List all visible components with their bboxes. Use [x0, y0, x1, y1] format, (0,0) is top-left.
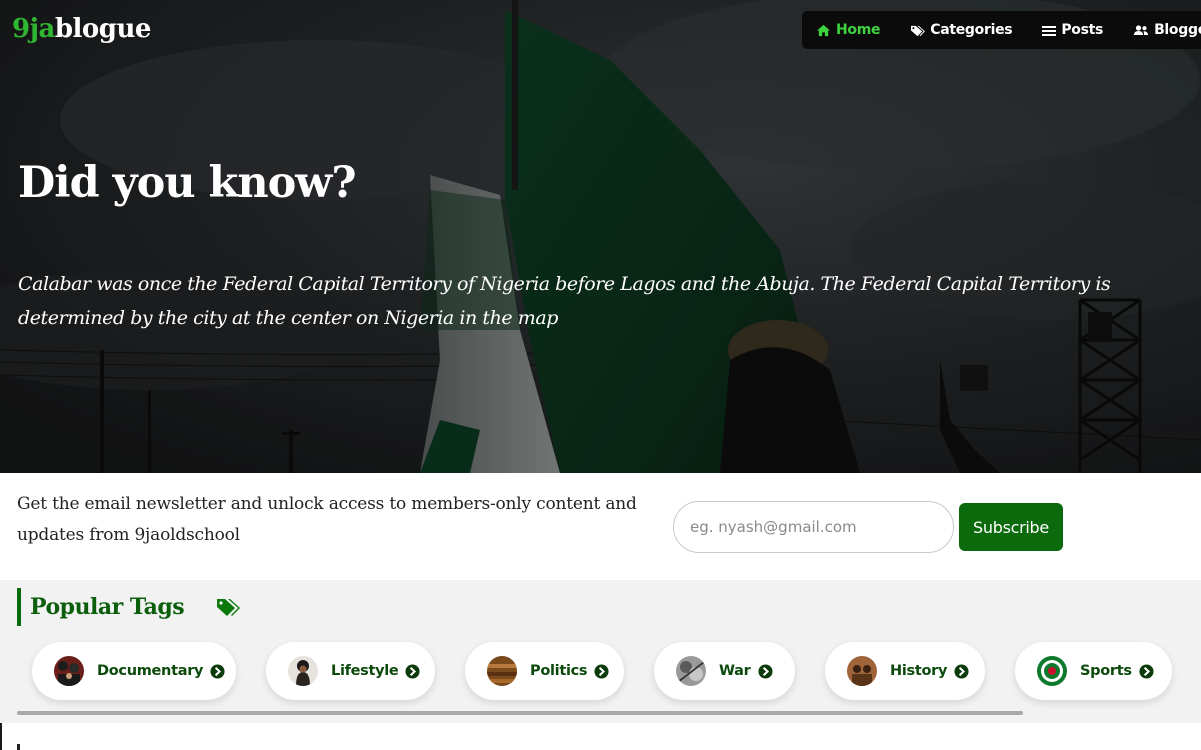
arrow-circle-right-icon — [757, 663, 773, 679]
tag-label-politics: Politics — [530, 663, 588, 679]
tag-lifestyle[interactable]: Lifestyle — [266, 642, 435, 700]
war-thumbnail — [676, 656, 706, 686]
hero-fact-text: Calabar was once the Federal Capital Ter… — [18, 273, 1111, 329]
sports-thumbnail — [1037, 656, 1067, 686]
nav-item-bloggers[interactable]: Bloggers — [1133, 22, 1201, 38]
nav-item-home[interactable]: Home — [816, 22, 881, 38]
arrow-circle-right-icon — [954, 663, 969, 679]
documentary-thumbnail — [54, 656, 84, 686]
tag-label-history: History — [890, 663, 948, 679]
tag-politics[interactable]: Politics — [465, 642, 624, 700]
nav-label-bloggers: Bloggers — [1154, 22, 1201, 38]
lifestyle-thumbnail — [288, 656, 318, 686]
tag-label-documentary: Documentary — [97, 663, 204, 679]
arrow-circle-right-icon — [594, 663, 609, 679]
nav-item-categories[interactable]: Categories — [910, 22, 1013, 38]
nav-label-categories: Categories — [930, 22, 1013, 38]
home-icon — [817, 24, 830, 36]
list-icon — [1042, 25, 1057, 36]
hero-banner: 9jablogue Home Categories Posts Blogg Di… — [0, 0, 1201, 473]
page: 9jablogue Home Categories Posts Blogg Di… — [0, 0, 1201, 750]
tag-sports[interactable]: Sports — [1015, 642, 1172, 700]
hero-title: Did you know? — [18, 158, 357, 208]
tag-label-sports: Sports — [1080, 663, 1132, 679]
site-logo[interactable]: 9jablogue — [12, 14, 151, 44]
next-section-heading-fragment — [17, 744, 20, 750]
arrow-circle-right-icon — [210, 663, 225, 679]
users-icon — [1134, 25, 1149, 35]
history-thumbnail — [847, 656, 877, 686]
newsletter-text: Get the email newsletter and unlock acce… — [17, 494, 637, 545]
popular-tags-title: Popular Tags — [30, 594, 185, 620]
nav-item-posts[interactable]: Posts — [1042, 22, 1103, 38]
politics-thumbnail — [487, 656, 517, 686]
nav-label-home: Home — [836, 22, 881, 38]
tag-documentary[interactable]: Documentary — [32, 642, 236, 700]
tags-icon — [216, 597, 241, 617]
email-input[interactable] — [673, 501, 954, 553]
tags-icon — [911, 25, 926, 36]
logo-text-part2: blogue — [54, 14, 152, 44]
tag-label-war: War — [719, 663, 751, 679]
logo-text-part1: 9ja — [12, 14, 55, 44]
hero-background-image — [0, 0, 1201, 473]
arrow-circle-right-icon — [405, 663, 421, 679]
newsletter-section: Get the email newsletter and unlock acce… — [0, 473, 1201, 580]
tag-war[interactable]: War — [654, 642, 795, 700]
popular-tags-header: Popular Tags — [17, 588, 241, 626]
subscribe-button[interactable]: Subscribe — [959, 503, 1063, 551]
tags-horizontal-scrollbar[interactable] — [17, 711, 1023, 715]
tag-history[interactable]: History — [825, 642, 985, 700]
arrow-circle-right-icon — [1139, 663, 1154, 679]
main-nav: Home Categories Posts Blogg — [802, 11, 1201, 49]
popular-tags-section: Popular Tags Documentary Lifestyle Polit… — [0, 580, 1201, 723]
nav-label-posts: Posts — [1061, 22, 1104, 38]
tag-label-lifestyle: Lifestyle — [331, 663, 399, 679]
